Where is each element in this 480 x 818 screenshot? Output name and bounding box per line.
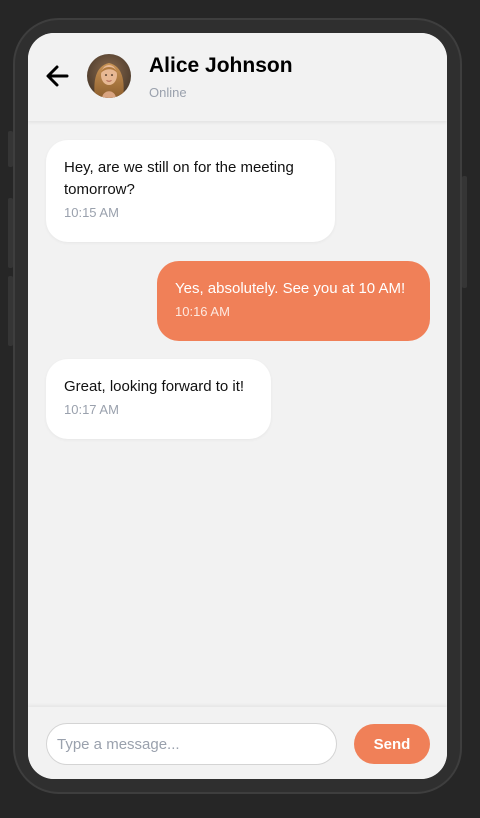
chat-header: Alice Johnson Online: [28, 33, 447, 121]
send-button[interactable]: Send: [354, 724, 430, 764]
message-time: 10:17 AM: [64, 402, 119, 417]
message-composer: Send: [28, 707, 447, 779]
power-button: [462, 176, 467, 288]
chat-screen: Alice Johnson Online Hey, are we still o…: [28, 33, 447, 779]
arrow-left-icon[interactable]: [44, 63, 70, 89]
message-bubble-outgoing: Yes, absolutely. See you at 10 AM! 10:16…: [157, 261, 430, 341]
contact-name: Alice Johnson: [149, 54, 293, 77]
message-time: 10:15 AM: [64, 205, 119, 220]
message-text: Hey, are we still on for the meeting tom…: [64, 159, 294, 198]
avatar[interactable]: [87, 54, 131, 98]
message-input[interactable]: [46, 723, 337, 765]
message-bubble-incoming: Hey, are we still on for the meeting tom…: [46, 140, 335, 242]
message-text: Yes, absolutely. See you at 10 AM!: [175, 280, 406, 297]
message-bubble-incoming: Great, looking forward to it! 10:17 AM: [46, 359, 271, 439]
message-time: 10:16 AM: [175, 304, 230, 319]
message-text: Great, looking forward to it!: [64, 378, 245, 395]
contact-status: Online: [149, 85, 187, 100]
